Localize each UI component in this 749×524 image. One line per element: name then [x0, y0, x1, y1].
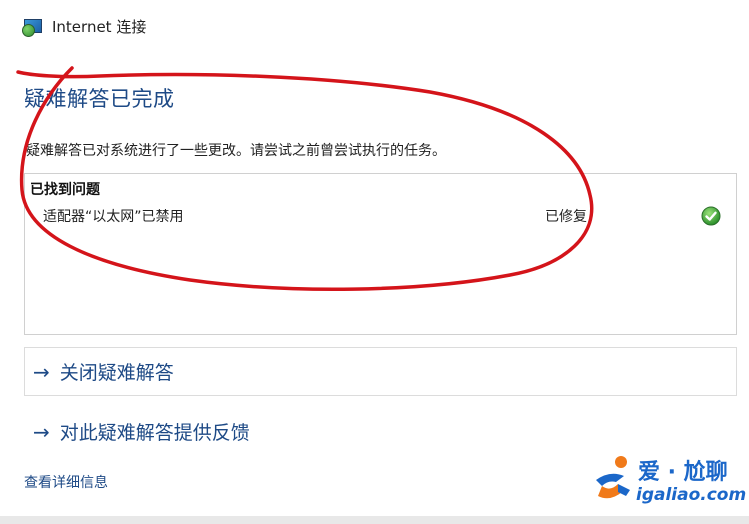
watermark: 爱 · 尬聊 igaliao.com [588, 452, 746, 510]
arrow-right-icon: → [33, 419, 50, 444]
bottom-bar [0, 516, 749, 524]
check-icon [701, 206, 721, 226]
feedback-link[interactable]: → 对此疑难解答提供反馈 [24, 407, 737, 456]
problem-name: 适配器“以太网”已禁用 [43, 209, 184, 225]
feedback-label: 对此疑难解答提供反馈 [59, 422, 250, 444]
view-details-link[interactable]: 查看详细信息 [24, 472, 108, 492]
description-text: 疑难解答已对系统进行了一些更改。请尝试之前曾尝试执行的任务。 [26, 143, 446, 159]
window-title: Internet 连接 [52, 17, 147, 36]
problems-found-box: 已找到问题 适配器“以太网”已禁用 已修复 [24, 173, 737, 335]
watermark-url: igaliao.com [636, 485, 747, 505]
problem-status: 已修复 [545, 209, 587, 225]
close-troubleshooter-label: 关闭疑难解答 [59, 362, 174, 384]
problem-row: 适配器“以太网”已禁用 已修复 [25, 200, 736, 230]
problems-heading: 已找到问题 [30, 182, 100, 198]
network-icon [22, 17, 44, 37]
watermark-logo-icon [596, 456, 630, 499]
window-header: Internet 连接 [22, 14, 146, 38]
watermark-brand: 爱 · 尬聊 [638, 460, 728, 485]
close-troubleshooter-link[interactable]: → 关闭疑难解答 [24, 347, 737, 396]
page-title: 疑难解答已完成 [24, 87, 175, 111]
arrow-right-icon: → [33, 359, 50, 384]
